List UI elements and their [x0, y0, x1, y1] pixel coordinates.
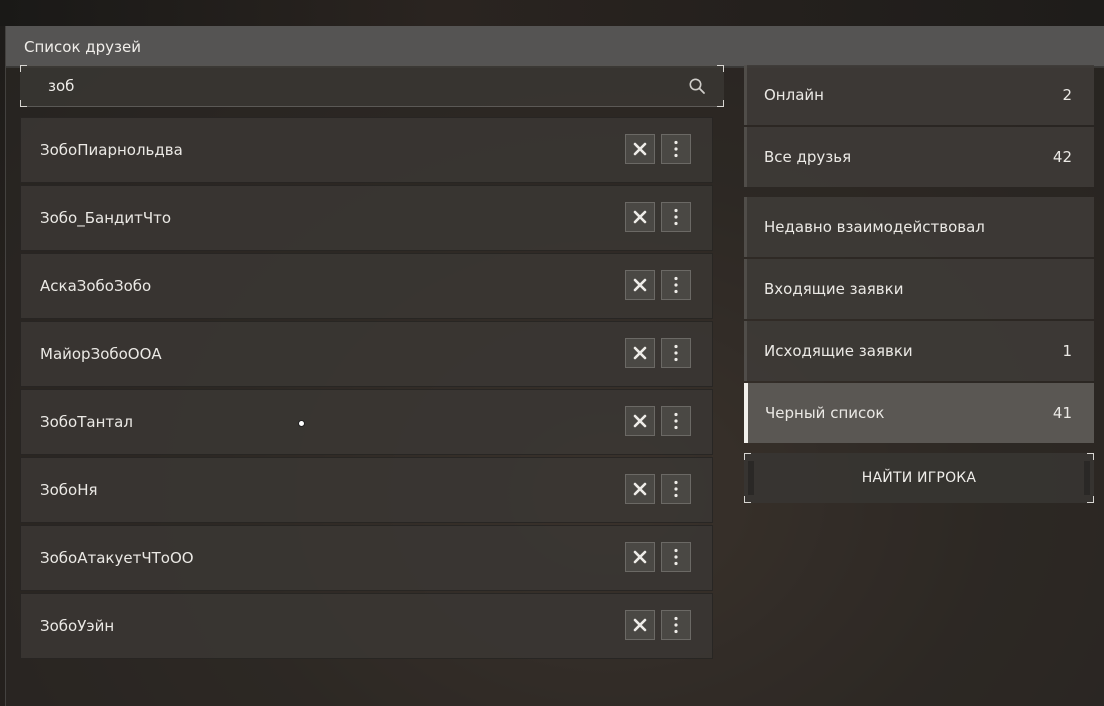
remove-friend-button[interactable] [625, 134, 655, 164]
more-vertical-icon [674, 208, 678, 226]
more-options-button[interactable] [661, 134, 691, 164]
friend-name: ЗобоПиарнольдва [40, 141, 183, 159]
more-vertical-icon [674, 276, 678, 294]
friend-row[interactable]: ЗобоПиарнольдва [20, 117, 713, 183]
tab-online[interactable]: Онлайн 2 [744, 65, 1094, 125]
remove-friend-button[interactable] [625, 542, 655, 572]
tab-label: Исходящие заявки [764, 342, 913, 360]
find-player-label: НАЙТИ ИГРОКА [861, 470, 977, 486]
background-strip [0, 0, 1104, 26]
remove-friend-button[interactable] [625, 610, 655, 640]
find-player-button[interactable]: НАЙТИ ИГРОКА [744, 453, 1094, 503]
remove-friend-button[interactable] [625, 202, 655, 232]
tab-outgoing-requests[interactable]: Исходящие заявки 1 [744, 321, 1094, 381]
friend-row[interactable]: МайорЗобоООА [20, 321, 713, 387]
window-title: Список друзей [24, 38, 142, 56]
friend-name: ЗобоАтакуетЧТоОО [40, 549, 194, 567]
close-icon [633, 210, 647, 224]
more-options-button[interactable] [661, 542, 691, 572]
tab-recent[interactable]: Недавно взаимодействовал [744, 197, 1094, 257]
more-vertical-icon [674, 616, 678, 634]
close-icon [633, 278, 647, 292]
friend-row[interactable]: ЗобоНя [20, 457, 713, 523]
tab-label: Недавно взаимодействовал [764, 218, 985, 236]
friend-name: Зобо_БандитЧто [40, 209, 172, 227]
more-options-button[interactable] [661, 610, 691, 640]
more-options-button[interactable] [661, 202, 691, 232]
tab-label: Входящие заявки [764, 280, 904, 298]
close-icon [633, 414, 647, 428]
friend-list: ЗобоПиарнольдва Зобо_БандитЧто АскаЗобоЗ… [20, 117, 713, 661]
close-icon [633, 142, 647, 156]
tab-label: Черный список [765, 404, 885, 422]
more-vertical-icon [674, 140, 678, 158]
close-icon [633, 550, 647, 564]
friend-category-tabs: Онлайн 2 Все друзья 42 Недавно взаимодей… [744, 65, 1094, 445]
remove-friend-button[interactable] [625, 474, 655, 504]
close-icon [633, 618, 647, 632]
tab-count: 42 [1052, 148, 1072, 166]
friend-row[interactable]: ЗобоАтакуетЧТоОО [20, 525, 713, 591]
tab-incoming-requests[interactable]: Входящие заявки [744, 259, 1094, 319]
tab-all-friends[interactable]: Все друзья 42 [744, 127, 1094, 187]
tab-count: 41 [1052, 404, 1072, 422]
friend-row[interactable]: Зобо_БандитЧто [20, 185, 713, 251]
friend-row[interactable]: ЗобоУэйн [20, 593, 713, 659]
more-vertical-icon [674, 548, 678, 566]
remove-friend-button[interactable] [625, 338, 655, 368]
more-options-button[interactable] [661, 338, 691, 368]
tab-count: 1 [1062, 342, 1072, 360]
more-vertical-icon [674, 344, 678, 362]
more-options-button[interactable] [661, 270, 691, 300]
tab-label: Все друзья [764, 148, 852, 166]
more-vertical-icon [674, 412, 678, 430]
more-options-button[interactable] [661, 474, 691, 504]
tab-count: 2 [1062, 86, 1072, 104]
search-icon[interactable] [688, 77, 706, 95]
title-bar: Список друзей [6, 26, 1104, 68]
tab-blacklist[interactable]: Черный список 41 [744, 383, 1094, 443]
friend-row[interactable]: ЗобоТантал [20, 389, 713, 455]
search-box[interactable] [20, 65, 724, 107]
friend-name: ЗобоУэйн [40, 617, 115, 635]
remove-friend-button[interactable] [625, 406, 655, 436]
remove-friend-button[interactable] [625, 270, 655, 300]
mouse-cursor [298, 420, 305, 427]
friend-name: ЗобоТантал [40, 413, 133, 431]
friend-row[interactable]: АскаЗобоЗобо [20, 253, 713, 319]
tab-label: Онлайн [764, 86, 824, 104]
friend-name: АскаЗобоЗобо [40, 277, 152, 295]
more-options-button[interactable] [661, 406, 691, 436]
close-icon [633, 482, 647, 496]
close-icon [633, 346, 647, 360]
friend-name: МайорЗобоООА [40, 345, 162, 363]
friend-name: ЗобоНя [40, 481, 98, 499]
search-input[interactable] [48, 65, 668, 107]
more-vertical-icon [674, 480, 678, 498]
